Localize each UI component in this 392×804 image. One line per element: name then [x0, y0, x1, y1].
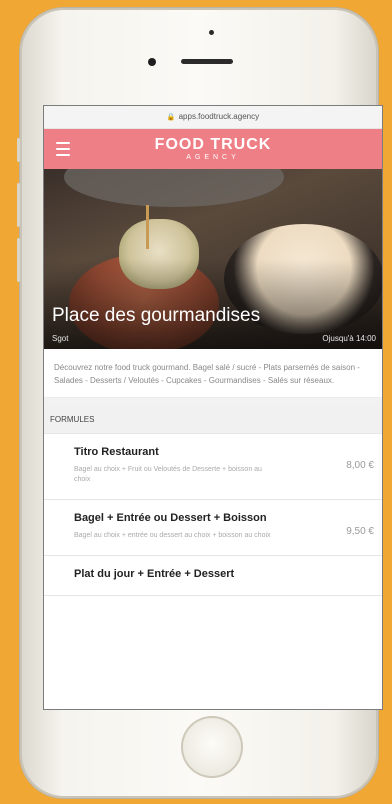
browser-url-bar[interactable]: 🔒 apps.foodtruck.agency: [44, 106, 382, 129]
mute-switch: [17, 138, 20, 162]
hero-plate-shape: [64, 169, 284, 207]
logo-line-2: AGENCY: [186, 154, 240, 161]
menu-item-price: 9,50 €: [346, 526, 374, 537]
truck-title: Place des gourmandises: [52, 305, 261, 326]
opening-hours: Ojusqu'à 14:00: [322, 334, 376, 343]
hamburger-menu-icon[interactable]: [56, 140, 70, 158]
menu-item[interactable]: Titro Restaurant Bagel au choix + Fruit …: [44, 434, 382, 500]
logo-line-1: FOOD TRUCK: [154, 136, 272, 153]
phone-screen: 🔒 apps.foodtruck.agency FOOD TRUCK AGENCY…: [43, 105, 383, 710]
volume-down-button: [17, 238, 20, 282]
url-text: apps.foodtruck.agency: [178, 112, 260, 121]
menu-item[interactable]: Bagel + Entrée ou Dessert + Boisson Bage…: [44, 500, 382, 556]
menu-item[interactable]: Plat du jour + Entrée + Dessert: [44, 556, 382, 596]
earpiece-speaker: [181, 59, 233, 64]
menu-item-name: Plat du jour + Entrée + Dessert: [74, 568, 235, 580]
truck-description: Découvrez notre food truck gourmand. Bag…: [44, 349, 382, 398]
truck-city: Sgot: [52, 334, 69, 343]
front-camera-dot: [209, 30, 214, 35]
front-camera: [148, 58, 156, 66]
menu-item-description: Bagel au choix + entrée ou dessert au ch…: [74, 532, 271, 539]
menu-item-name: Bagel + Entrée ou Dessert + Boisson: [74, 512, 267, 524]
section-header: FORMULES: [44, 406, 382, 434]
app-header: FOOD TRUCK AGENCY: [44, 129, 382, 169]
menu-item-description: Bagel au choix + Fruit ou Veloutés de De…: [74, 466, 262, 483]
volume-up-button: [17, 183, 20, 227]
hero-image: Place des gourmandises Sgot Ojusqu'à 14:…: [44, 169, 382, 349]
lock-icon: 🔒: [166, 114, 176, 121]
hero-skewer-shape: [146, 205, 149, 249]
menu-item-price: 8,00 €: [346, 460, 374, 471]
menu-item-name: Titro Restaurant: [74, 446, 159, 458]
section-gap: [44, 398, 382, 406]
home-button[interactable]: [181, 716, 243, 778]
brand-logo[interactable]: FOOD TRUCK AGENCY: [155, 136, 272, 162]
